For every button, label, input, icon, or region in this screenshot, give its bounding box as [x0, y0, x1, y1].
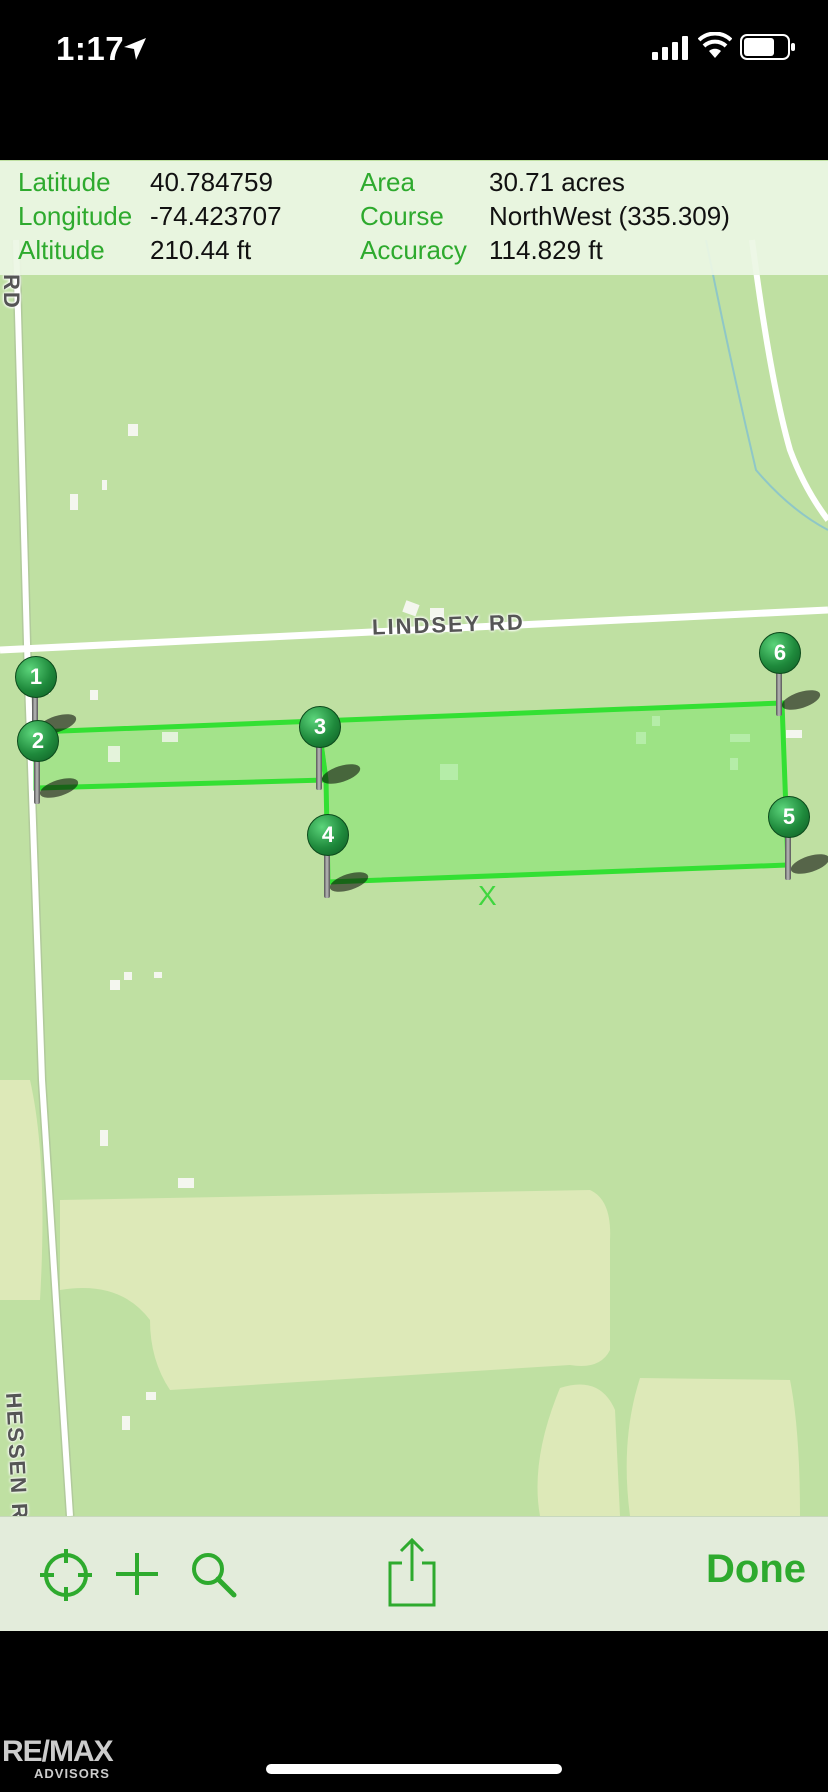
add-point-icon[interactable] [112, 1549, 162, 1599]
course-value: NorthWest (335.309) [489, 201, 730, 231]
altitude-label: Altitude [18, 235, 105, 265]
pin-label: 2 [17, 720, 59, 762]
pin-label: 6 [759, 632, 801, 674]
map-view[interactable]: LINDSEY RD HESSEN RD RD X 1 2 3 4 5 6 [0, 160, 828, 1516]
pin-label: 3 [299, 706, 341, 748]
area-value: 30.71 acres [489, 167, 625, 197]
latitude-label: Latitude [18, 167, 111, 197]
area-label: Area [360, 167, 415, 197]
longitude-value: -74.423707 [150, 201, 282, 231]
brand-line2: ADVISORS [34, 1766, 110, 1781]
done-button[interactable]: Done [706, 1547, 806, 1592]
centroid-marker: X [478, 880, 497, 911]
map-pin-5[interactable]: 5 [768, 796, 828, 886]
latitude-value: 40.784759 [150, 167, 273, 197]
cellular-signal-icon [652, 36, 688, 60]
pin-label: 1 [15, 656, 57, 698]
gps-info-panel: Latitude 40.784759 Longitude -74.423707 … [0, 161, 828, 275]
pin-label: 4 [307, 814, 349, 856]
status-bar: 1:17 [0, 0, 828, 100]
pin-label: 5 [768, 796, 810, 838]
wifi-icon [698, 32, 732, 58]
home-indicator[interactable] [266, 1764, 562, 1774]
search-icon[interactable] [188, 1549, 238, 1599]
remax-logo: RE/MAX ADVISORS [2, 1735, 114, 1782]
bottom-toolbar: Done [0, 1516, 828, 1631]
location-arrow-icon [124, 38, 146, 60]
map-pin-4[interactable]: 4 [307, 814, 371, 904]
accuracy-value: 114.829 ft [489, 235, 603, 265]
altitude-value: 210.44 ft [150, 235, 252, 265]
map-pin-3[interactable]: 3 [299, 706, 363, 796]
road-label-lindsey: LINDSEY RD [371, 609, 526, 640]
map-base [0, 239, 828, 1516]
course-label: Course [360, 201, 444, 231]
map-pin-2[interactable]: 2 [17, 720, 81, 810]
map-pin-6[interactable]: 6 [759, 632, 823, 722]
longitude-label: Longitude [18, 201, 133, 231]
accuracy-label: Accuracy [360, 235, 467, 265]
road-label-rd: RD [0, 274, 24, 310]
brand-line1: RE/MAX [2, 1735, 114, 1768]
share-icon[interactable] [386, 1537, 438, 1609]
locate-me-icon[interactable] [38, 1547, 94, 1603]
battery-icon [740, 34, 795, 60]
status-time: 1:17 [56, 30, 125, 67]
